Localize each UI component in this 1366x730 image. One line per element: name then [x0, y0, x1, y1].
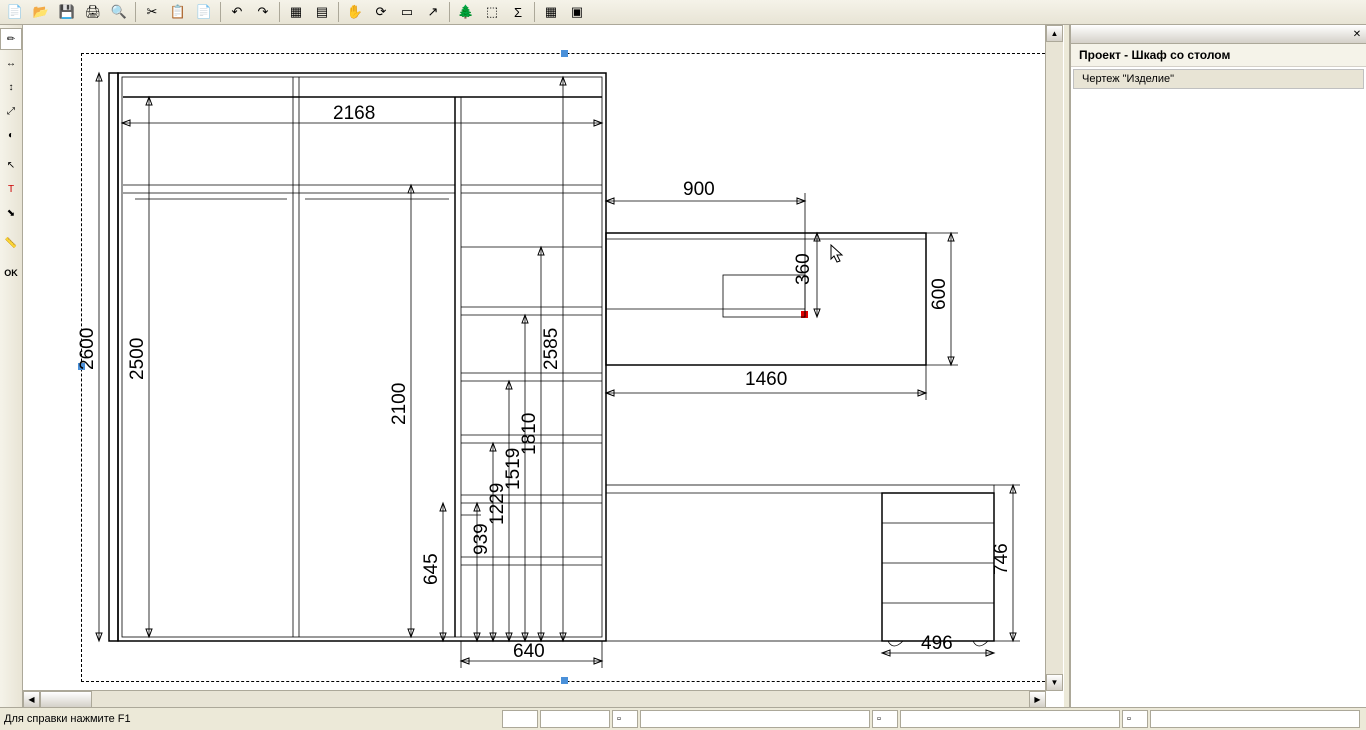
dim-1229: 1229 — [487, 483, 508, 525]
status-cell — [1150, 710, 1360, 728]
table-button[interactable]: ▦ — [539, 0, 563, 24]
left-toolbar: ✏ ↔ ↕ ⤢ ◐ ↖ T ⬊ 📏 OK — [0, 25, 23, 730]
save-button[interactable]: 💾 — [55, 0, 79, 24]
project-panel: ✕ Проект - Шкаф со столом Чертеж "Издели… — [1070, 25, 1366, 730]
separator — [449, 2, 450, 22]
dim-746: 746 — [991, 543, 1012, 575]
dim-2600: 2600 — [77, 328, 98, 370]
main-toolbar: 📄 📂 💾 🖨 🔍 ✂ 📋 📄 ↶ ↷ ▦ ▤ ✋ ⟳ ▭ ↗ 🌲 ⬚ Σ ▦ … — [0, 0, 1366, 25]
status-bar: Для справки нажмите F1 ▫ ▫ ▫ — [0, 707, 1366, 730]
scrollbar-horizontal[interactable]: ◀ ▶ — [23, 690, 1046, 708]
dim-360: 360 — [793, 253, 814, 285]
text-tool[interactable]: T — [0, 178, 22, 200]
tree-item-drawing[interactable]: Чертеж "Изделие" — [1073, 69, 1364, 89]
scroll-up-button[interactable]: ▲ — [1046, 25, 1063, 42]
drawing-canvas[interactable]: 2168 900 360 600 — [23, 25, 1063, 708]
print-button[interactable]: 🖨 — [81, 0, 105, 24]
dim-496: 496 — [921, 633, 953, 654]
separator — [534, 2, 535, 22]
separator — [338, 2, 339, 22]
tree-button[interactable]: 🌲 — [454, 0, 478, 24]
close-icon[interactable]: ✕ — [1350, 27, 1364, 41]
dim-600: 600 — [929, 278, 950, 310]
leader-tool[interactable]: ⬊ — [0, 202, 22, 224]
status-help: Для справки нажмите F1 — [4, 713, 502, 725]
status-cell — [540, 710, 610, 728]
layers-button[interactable]: ▣ — [565, 0, 589, 24]
preview-button[interactable]: 🔍 — [107, 0, 131, 24]
undo-button[interactable]: ↶ — [225, 0, 249, 24]
paste-button[interactable]: 📄 — [192, 0, 216, 24]
dim-939: 939 — [471, 523, 492, 555]
scrollbar-vertical[interactable]: ▲ ▼ — [1045, 25, 1063, 691]
status-cell: ▫ — [1122, 710, 1148, 728]
panel-header: ✕ — [1071, 25, 1366, 44]
copy-button[interactable]: 📋 — [166, 0, 190, 24]
status-cell: ▫ — [612, 710, 638, 728]
redo-button[interactable]: ↷ — [251, 0, 275, 24]
drawing-svg: 2168 900 360 600 — [23, 25, 1063, 708]
dim-640: 640 — [513, 641, 545, 662]
separator — [220, 2, 221, 22]
panel-content: Чертеж "Изделие" — [1071, 67, 1366, 708]
dim-r-tool[interactable]: ◐ — [0, 124, 22, 146]
panel-title: Проект - Шкаф со столом — [1071, 44, 1366, 67]
cut-button[interactable]: ✂ — [140, 0, 164, 24]
ok-button[interactable]: OK — [0, 262, 22, 284]
splitter[interactable] — [1063, 25, 1070, 730]
scroll-down-button[interactable]: ▼ — [1046, 674, 1063, 691]
dim-1460: 1460 — [745, 369, 787, 390]
hier-button[interactable]: ⬚ — [480, 0, 504, 24]
open-button[interactable]: 📂 — [29, 0, 53, 24]
status-cell — [502, 710, 538, 728]
tool-button[interactable]: ✋ — [343, 0, 367, 24]
scroll-thumb[interactable] — [40, 691, 92, 708]
dim-900: 900 — [683, 179, 715, 200]
sum-button[interactable]: Σ — [506, 0, 530, 24]
dim-v-tool[interactable]: ↕ — [0, 76, 22, 98]
status-cell — [900, 710, 1120, 728]
dim-2168: 2168 — [333, 103, 375, 124]
ruler-tool[interactable]: 📏 — [0, 232, 22, 254]
dim-2585: 2585 — [541, 328, 562, 370]
new-button[interactable]: 📄 — [3, 0, 27, 24]
dim-2100: 2100 — [389, 383, 410, 425]
grid-button[interactable]: ▦ — [284, 0, 308, 24]
tool-button[interactable]: ↗ — [421, 0, 445, 24]
separator — [279, 2, 280, 22]
status-cell: ▫ — [872, 710, 898, 728]
scroll-right-button[interactable]: ▶ — [1029, 691, 1046, 708]
dim-a-tool[interactable]: ⤢ — [0, 100, 22, 122]
dim-2500: 2500 — [127, 338, 148, 380]
status-cell — [640, 710, 870, 728]
align-button[interactable]: ▤ — [310, 0, 334, 24]
separator — [135, 2, 136, 22]
dim-h-tool[interactable]: ↔ — [0, 52, 22, 74]
tool-button[interactable]: ⟳ — [369, 0, 393, 24]
arrow-tool[interactable]: ↖ — [0, 154, 22, 176]
pencil-tool[interactable]: ✏ — [0, 28, 22, 50]
scroll-left-button[interactable]: ◀ — [23, 691, 40, 708]
tool-button[interactable]: ▭ — [395, 0, 419, 24]
dim-645: 645 — [421, 553, 442, 585]
